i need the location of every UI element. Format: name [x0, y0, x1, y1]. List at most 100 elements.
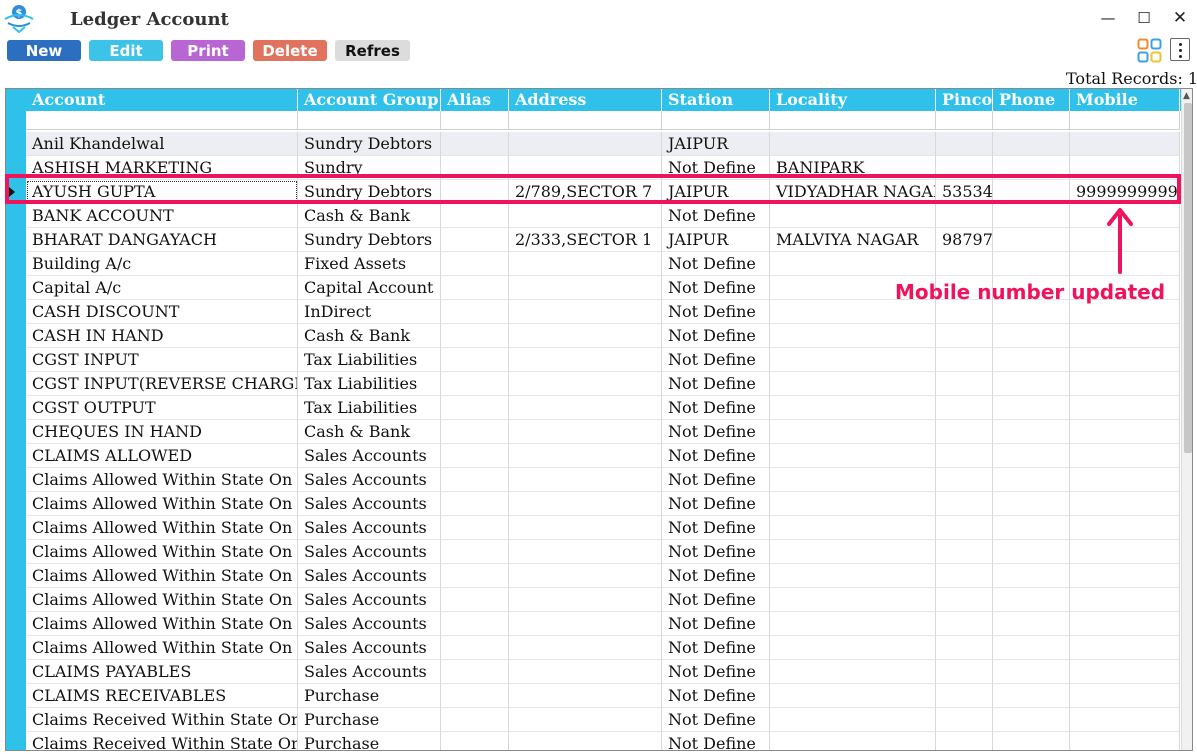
cell-pincode[interactable]: [936, 516, 993, 540]
cell-mobile[interactable]: [1070, 396, 1180, 420]
cell-account[interactable]: Claims Allowed Within State On: [26, 564, 298, 588]
cell-pincode[interactable]: [936, 396, 993, 420]
cell-account-group[interactable]: Cash & Bank: [298, 420, 441, 444]
cell-locality[interactable]: [770, 444, 936, 468]
cell-pincode[interactable]: [936, 660, 993, 684]
cell-address[interactable]: [509, 660, 662, 684]
cell-phone[interactable]: [993, 516, 1070, 540]
cell-phone[interactable]: [993, 204, 1070, 228]
cell-station[interactable]: Not Define: [662, 324, 770, 348]
cell-locality[interactable]: [770, 468, 936, 492]
cell-locality[interactable]: [770, 420, 936, 444]
cell-alias[interactable]: [441, 564, 509, 588]
cell-phone[interactable]: [993, 372, 1070, 396]
cell-account-group[interactable]: Capital Account: [298, 276, 441, 300]
minimize-button[interactable]: —: [1098, 8, 1118, 28]
cell-account[interactable]: BHARAT DANGAYACH: [26, 228, 298, 252]
cell-account[interactable]: CLAIMS ALLOWED: [26, 444, 298, 468]
cell-account[interactable]: CGST INPUT(REVERSE CHARGE): [26, 372, 298, 396]
cell-mobile[interactable]: [1070, 444, 1180, 468]
cell-address[interactable]: [509, 372, 662, 396]
cell-pincode[interactable]: [936, 444, 993, 468]
cell-mobile[interactable]: [1070, 348, 1180, 372]
cell-account-group[interactable]: Sales Accounts: [298, 660, 441, 684]
cell-locality[interactable]: [770, 564, 936, 588]
cell-address[interactable]: [509, 564, 662, 588]
cell-mobile[interactable]: [1070, 612, 1180, 636]
cell-address[interactable]: [509, 396, 662, 420]
cell-station[interactable]: Not Define: [662, 684, 770, 708]
cell-address[interactable]: [509, 492, 662, 516]
cell-alias[interactable]: [441, 348, 509, 372]
cell-mobile[interactable]: [1070, 708, 1180, 732]
cell-phone[interactable]: [993, 348, 1070, 372]
cell-account[interactable]: Claims Allowed Within State On: [26, 636, 298, 660]
cell-station[interactable]: JAIPUR: [662, 228, 770, 252]
cell-pincode[interactable]: 98797: [936, 228, 993, 252]
cell-alias[interactable]: [441, 516, 509, 540]
cell-phone[interactable]: [993, 684, 1070, 708]
cell-account-group[interactable]: Tax Liabilities: [298, 348, 441, 372]
cell-pincode[interactable]: [936, 252, 993, 276]
table-row[interactable]: Claims Allowed Within State On Sales Acco…: [26, 516, 1180, 540]
cell-station[interactable]: Not Define: [662, 420, 770, 444]
cell-address[interactable]: [509, 588, 662, 612]
cell-account-group[interactable]: Sales Accounts: [298, 612, 441, 636]
cell-alias[interactable]: [441, 684, 509, 708]
cell-phone[interactable]: [993, 612, 1070, 636]
table-row[interactable]: CGST OUTPUT Tax Liabilities Not Define: [26, 396, 1180, 420]
delete-button[interactable]: Delete: [253, 40, 327, 61]
cell-alias[interactable]: [441, 204, 509, 228]
cell-account-group[interactable]: Cash & Bank: [298, 204, 441, 228]
cell-pincode[interactable]: [936, 732, 993, 750]
cell-account[interactable]: Capital A/c: [26, 276, 298, 300]
cell-account[interactable]: BANK ACCOUNT: [26, 204, 298, 228]
cell-address[interactable]: [509, 708, 662, 732]
table-row[interactable]: CLAIMS PAYABLES Sales Accounts Not Define: [26, 660, 1180, 684]
cell-station[interactable]: Not Define: [662, 636, 770, 660]
cell-station[interactable]: Not Define: [662, 588, 770, 612]
cell-station[interactable]: Not Define: [662, 660, 770, 684]
filter-row[interactable]: [26, 111, 1180, 130]
edit-button[interactable]: Edit: [89, 40, 163, 61]
cell-locality[interactable]: MALVIYA NAGAR: [770, 228, 936, 252]
table-row[interactable]: CASH IN HAND Cash & Bank Not Define: [26, 324, 1180, 348]
cell-locality[interactable]: [770, 636, 936, 660]
table-row[interactable]: Anil Khandelwal Sundry Debtors JAIPUR: [26, 132, 1180, 156]
cell-address[interactable]: [509, 732, 662, 750]
table-row[interactable]: Claims Allowed Within State On Sales Acco…: [26, 540, 1180, 564]
cell-pincode[interactable]: [936, 372, 993, 396]
cell-mobile[interactable]: [1070, 588, 1180, 612]
table-row[interactable]: BHARAT DANGAYACH Sundry Debtors 2/333,SECT…: [26, 228, 1180, 252]
filter-cell-station[interactable]: [662, 111, 770, 130]
cell-alias[interactable]: [441, 372, 509, 396]
cell-account-group[interactable]: Fixed Assets: [298, 252, 441, 276]
cell-address[interactable]: [509, 468, 662, 492]
table-row[interactable]: CGST INPUT Tax Liabilities Not Define: [26, 348, 1180, 372]
cell-alias[interactable]: [441, 468, 509, 492]
filter-cell-account-group[interactable]: [298, 111, 441, 130]
cell-pincode[interactable]: [936, 324, 993, 348]
cell-locality[interactable]: [770, 684, 936, 708]
cell-phone[interactable]: [993, 228, 1070, 252]
cell-address[interactable]: [509, 348, 662, 372]
filter-cell-locality[interactable]: [770, 111, 936, 130]
cell-phone[interactable]: [993, 468, 1070, 492]
cell-locality[interactable]: [770, 492, 936, 516]
cell-account[interactable]: Claims Allowed Within State On: [26, 612, 298, 636]
refresh-button[interactable]: Refres: [335, 40, 410, 61]
cell-account-group[interactable]: Sales Accounts: [298, 444, 441, 468]
column-header-station[interactable]: Station: [662, 89, 770, 111]
cell-account-group[interactable]: Sundry Debtors: [298, 228, 441, 252]
cell-address[interactable]: [509, 540, 662, 564]
scrollbar-thumb[interactable]: [1184, 103, 1192, 453]
column-header-phone[interactable]: Phone: [993, 89, 1070, 111]
column-header-locality[interactable]: Locality: [770, 89, 936, 111]
cell-mobile[interactable]: [1070, 540, 1180, 564]
cell-alias[interactable]: [441, 228, 509, 252]
cell-mobile[interactable]: [1070, 684, 1180, 708]
filter-cell-account[interactable]: [26, 111, 298, 130]
column-header-address[interactable]: Address: [509, 89, 662, 111]
cell-phone[interactable]: [993, 708, 1070, 732]
cell-alias[interactable]: [441, 732, 509, 750]
